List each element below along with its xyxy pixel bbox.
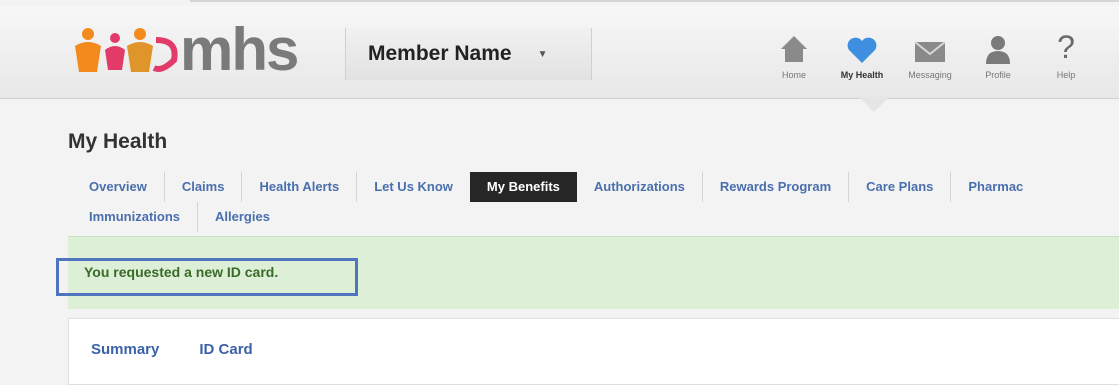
- tab-pharmacy[interactable]: Pharmac: [951, 172, 1040, 202]
- nav-profile-label: Profile: [985, 70, 1011, 80]
- member-selector[interactable]: Member Name ▼: [345, 28, 592, 80]
- envelope-icon: [914, 41, 946, 62]
- main-nav: Home My Health Messaging Profile ? Help: [760, 24, 1100, 80]
- site-header: mhs Member Name ▼ Home My Health Messagi…: [0, 6, 1119, 99]
- tab-care-plans[interactable]: Care Plans: [849, 172, 952, 202]
- tab-allergies[interactable]: Allergies: [198, 202, 287, 232]
- heart-icon: [847, 37, 877, 63]
- nav-home[interactable]: Home: [760, 24, 828, 80]
- tab-immunizations[interactable]: Immunizations: [72, 202, 199, 232]
- person-icon: [986, 36, 1010, 64]
- nav-my-health-label: My Health: [840, 70, 884, 80]
- active-nav-pointer: [860, 98, 888, 112]
- page-title: My Health: [68, 130, 168, 153]
- tab-my-benefits[interactable]: My Benefits: [469, 172, 577, 202]
- tab-authorizations[interactable]: Authorizations: [577, 172, 703, 202]
- nav-help-label: Help: [1056, 70, 1076, 80]
- member-name: Member Name: [368, 42, 512, 65]
- subtab-id-card[interactable]: ID Card: [199, 341, 252, 358]
- tab-let-us-know[interactable]: Let Us Know: [357, 172, 470, 202]
- chevron-down-icon[interactable]: ▼: [538, 49, 548, 60]
- question-icon: ?: [1057, 30, 1075, 64]
- section-tabs: Overview Claims Health Alerts Let Us Kno…: [72, 172, 1119, 232]
- highlight-annotation: [56, 258, 358, 296]
- tab-rewards-program[interactable]: Rewards Program: [703, 172, 850, 202]
- tab-overview[interactable]: Overview: [72, 172, 165, 202]
- nav-messaging[interactable]: Messaging: [896, 24, 964, 80]
- nav-my-health[interactable]: My Health: [828, 24, 896, 80]
- subtab-summary[interactable]: Summary: [91, 341, 159, 358]
- logo-text: mhs: [180, 16, 299, 83]
- tab-health-alerts[interactable]: Health Alerts: [242, 172, 358, 202]
- svg-text:?: ?: [1057, 30, 1075, 64]
- nav-profile[interactable]: Profile: [964, 24, 1032, 80]
- benefits-subtabs: Summary ID Card: [91, 341, 293, 358]
- nav-home-label: Home: [781, 70, 806, 80]
- home-icon: [781, 36, 807, 62]
- benefits-panel: Summary ID Card: [68, 318, 1119, 385]
- nav-messaging-label: Messaging: [908, 70, 952, 80]
- nav-help[interactable]: ? Help: [1032, 24, 1100, 80]
- family-figures-icon: [75, 28, 178, 72]
- tab-claims[interactable]: Claims: [165, 172, 243, 202]
